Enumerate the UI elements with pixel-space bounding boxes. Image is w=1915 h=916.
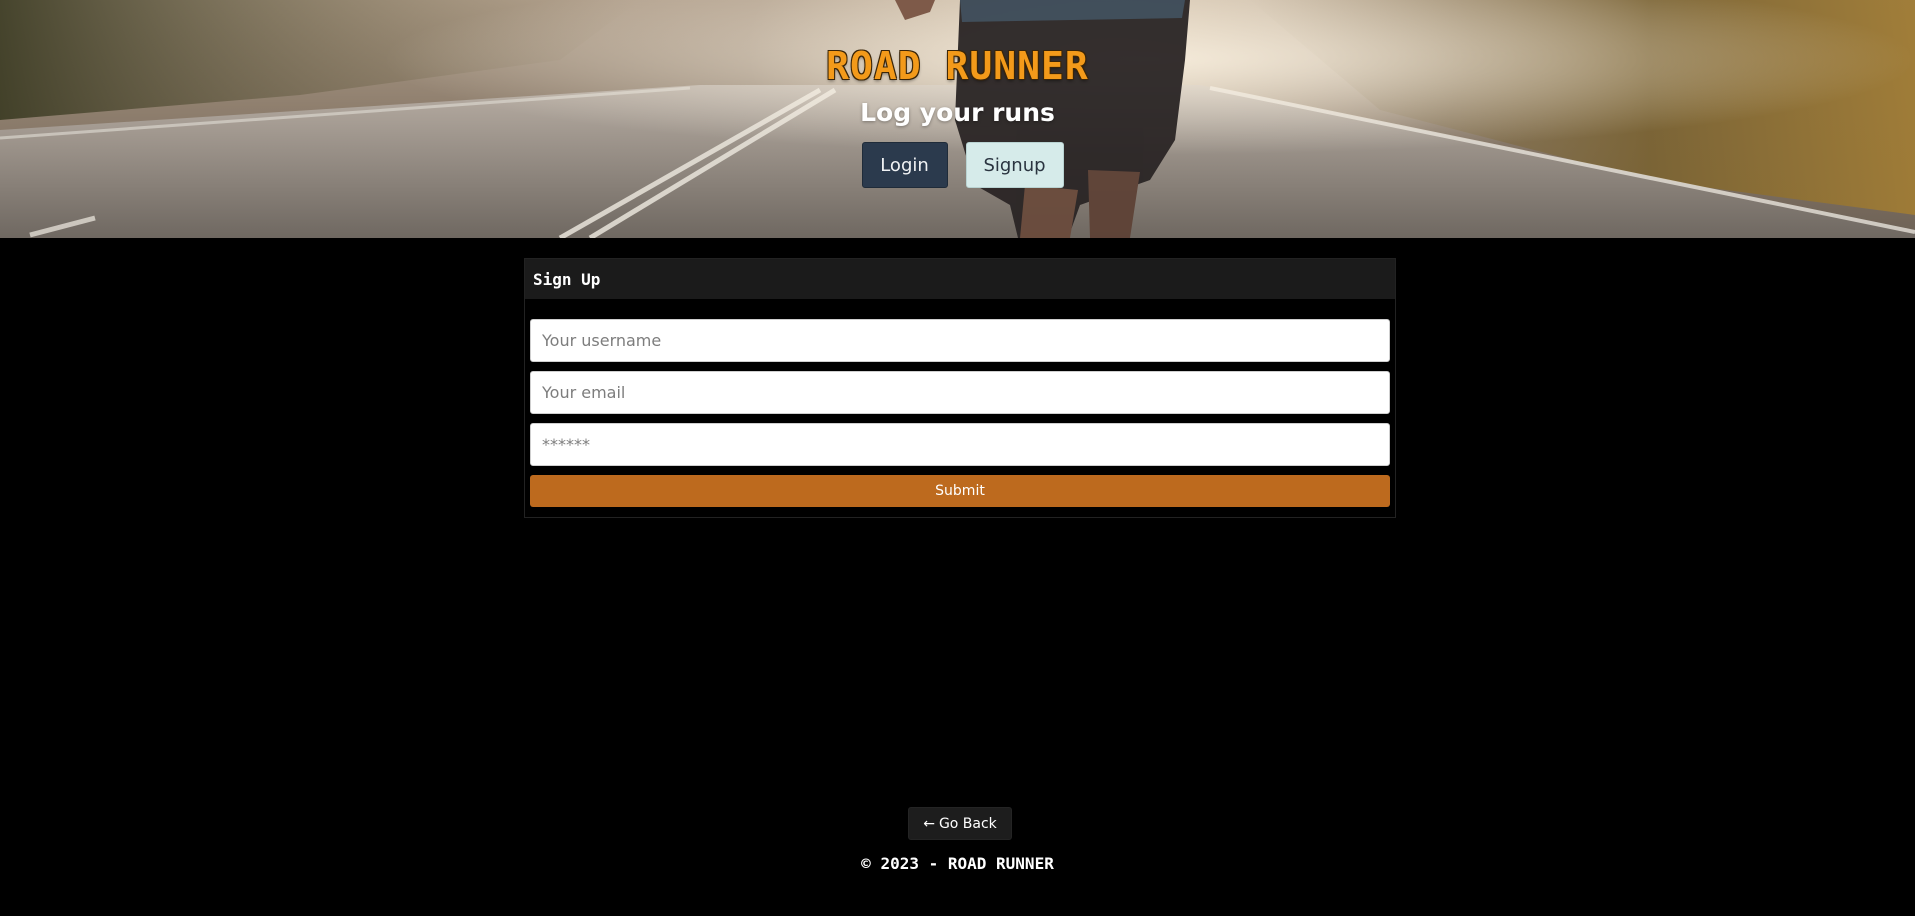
username-input[interactable] [530, 319, 1390, 362]
signup-card: Sign Up Submit [524, 258, 1396, 518]
arrow-left-icon: ← [923, 815, 935, 832]
auth-button-group: Login Signup [0, 142, 1915, 188]
email-input[interactable] [530, 371, 1390, 414]
signup-card-header: Sign Up [525, 259, 1395, 299]
page: ROAD RUNNER Log your runs Login Signup S… [0, 0, 1915, 916]
site-tagline: Log your runs [860, 98, 1055, 127]
go-back-button[interactable]: ← Go Back [908, 807, 1012, 840]
hero-content: ROAD RUNNER Log your runs Login Signup [0, 0, 1915, 238]
signup-button[interactable]: Signup [965, 142, 1064, 188]
go-back-label: Go Back [938, 815, 997, 832]
password-input[interactable] [530, 423, 1390, 466]
signup-form: Submit [525, 299, 1395, 507]
submit-button[interactable]: Submit [530, 475, 1390, 507]
footer-copyright: © 2023 - ROAD RUNNER [861, 854, 1054, 873]
hero-banner: ROAD RUNNER Log your runs Login Signup [0, 0, 1915, 238]
site-title: ROAD RUNNER [826, 44, 1089, 88]
login-button[interactable]: Login [861, 142, 948, 188]
